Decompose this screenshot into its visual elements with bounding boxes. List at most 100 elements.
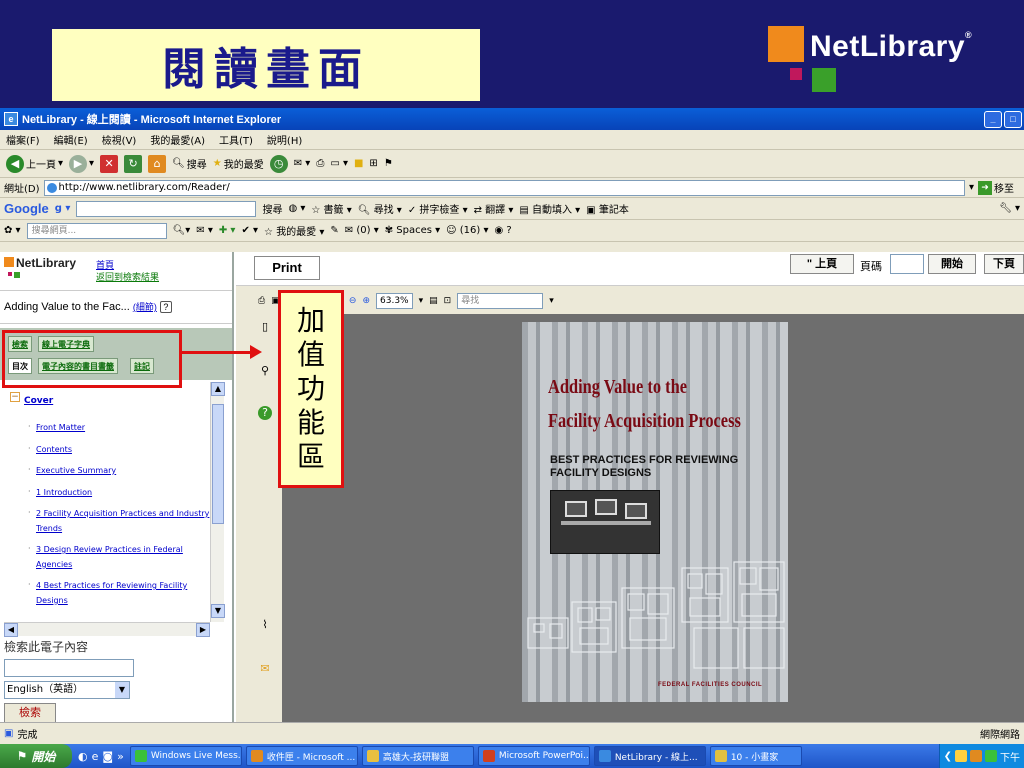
news-icon[interactable]: ◍ ▾	[288, 203, 305, 214]
highlight-icon[interactable]: ✔ ▾	[241, 225, 258, 236]
history-icon[interactable]: ◷	[269, 154, 288, 173]
home-icon[interactable]: ⌂	[148, 154, 167, 173]
add-icon[interactable]: ✚ ▾	[219, 225, 236, 236]
scroll-right-icon[interactable]: ▶	[196, 623, 210, 637]
address-dropdown[interactable]: ▾	[969, 182, 974, 193]
go-button[interactable]: ➜ 移至	[978, 180, 1024, 195]
toc-item[interactable]: 1 Introduction	[36, 485, 92, 500]
task-folder[interactable]: 高雄大-技研聯盟	[361, 746, 474, 766]
binoculars-icon[interactable]: ⚲	[258, 364, 272, 378]
favorites-link[interactable]: ☆ 我的最愛 ▾	[264, 223, 324, 238]
favorites-button[interactable]: ★ 我的最愛	[213, 156, 264, 171]
autofill-button[interactable]: ▤ 自動填入 ▾	[519, 201, 580, 216]
tray-network-icon[interactable]	[955, 750, 967, 762]
notebook-button[interactable]: ▣ 筆記本	[586, 201, 629, 216]
pen-icon[interactable]: ✎	[330, 225, 338, 236]
quick-launch-more[interactable]: »	[117, 750, 124, 763]
search-button[interactable]: 🔍︎ 搜尋	[172, 156, 207, 171]
research-icon[interactable]: ⚑	[384, 158, 393, 169]
address-input[interactable]: http://www.netlibrary.com/Reader/	[43, 179, 965, 196]
zoom-in-icon[interactable]: ⊕	[362, 296, 370, 306]
tray-expand-icon[interactable]: ❮	[944, 751, 952, 762]
print-button[interactable]: Print	[254, 256, 320, 280]
refresh-icon[interactable]: ↻	[124, 154, 143, 173]
folder-icon[interactable]: ■	[354, 158, 363, 169]
maximize-button[interactable]: □	[1004, 110, 1022, 128]
google-search-button[interactable]: 搜尋	[262, 201, 282, 216]
settings-icon[interactable]: ◉ ?	[495, 225, 512, 236]
task-messenger[interactable]: Windows Live Mess...	[129, 746, 242, 766]
help-icon[interactable]: ?	[159, 301, 172, 313]
toc-item[interactable]: 3 Design Review Practices in Federal	[36, 542, 183, 557]
toc-horizontal-scrollbar[interactable]: ◀ ▶	[4, 622, 210, 637]
content-search-input[interactable]	[4, 659, 134, 677]
find-dropdown[interactable]: ▾	[549, 296, 554, 306]
menu-file[interactable]: 檔案(F)	[6, 132, 40, 147]
toc-item[interactable]: Executive Summary	[36, 463, 116, 478]
fit-page-icon[interactable]: ▤	[429, 296, 438, 306]
spaces-link[interactable]: ✾ Spaces ▾	[385, 225, 440, 236]
zoom-select[interactable]: 63.3%	[376, 293, 413, 309]
task-inbox[interactable]: 收件匣 - Microsoft ...	[245, 746, 358, 766]
toc-item[interactable]: Contents	[36, 442, 72, 457]
show-desktop-icon[interactable]: ◐	[78, 750, 88, 763]
menu-favorites[interactable]: 我的最愛(A)	[150, 132, 205, 147]
toc-item-continued[interactable]: Designs	[36, 593, 68, 608]
outlook-quick-icon[interactable]: ◙	[102, 750, 113, 763]
comments-icon[interactable]: ✉	[258, 662, 272, 676]
toc-item-continued[interactable]: Agencies	[36, 557, 72, 572]
tray-outlook-icon[interactable]	[970, 750, 982, 762]
tray-clock[interactable]: 下午	[1000, 749, 1020, 764]
forward-button[interactable]: ▶ ▾	[69, 154, 94, 173]
bookmarks-button[interactable]: ☆ 書籤 ▾	[311, 201, 351, 216]
toc-item[interactable]: 4 Best Practices for Reviewing Facility	[36, 578, 187, 593]
toc-vertical-scrollbar[interactable]: ▲ ▼	[210, 382, 225, 622]
menu-edit[interactable]: 編輯(E)	[54, 132, 88, 147]
pdf-canvas[interactable]: Adding Value to the Facility Acquisition…	[282, 314, 1024, 722]
find-button[interactable]: 🔍︎ 尋找 ▾	[358, 201, 402, 216]
task-powerpoint[interactable]: Microsoft PowerPoi...	[477, 746, 590, 766]
task-paint[interactable]: 10 - 小畫家	[709, 746, 802, 766]
language-select[interactable]: English（英語） ▼	[4, 681, 130, 699]
translate-button[interactable]: ⇄ 翻譯 ▾	[474, 201, 514, 216]
contacts-count[interactable]: ☺ (16) ▾	[446, 225, 488, 236]
help-green-icon[interactable]: ?	[258, 406, 272, 420]
msn-icon[interactable]: ✿ ▾	[4, 225, 21, 236]
edit-icon[interactable]: ▭ ▾	[330, 158, 348, 169]
prev-page-button[interactable]: " 上頁	[790, 254, 854, 274]
menu-tools[interactable]: 工具(T)	[219, 132, 253, 147]
back-to-results-link[interactable]: 返回到檢索結果	[96, 270, 159, 283]
google-g-icon[interactable]: g ▾	[55, 203, 71, 214]
print-icon[interactable]: ⎙	[316, 158, 324, 169]
page-number-input[interactable]	[890, 254, 924, 274]
start-button[interactable]: ⚑ 開始	[0, 744, 72, 768]
task-netlibrary[interactable]: NetLibrary - 線上...	[593, 746, 706, 766]
mail-icon[interactable]: ✉ ▾	[294, 158, 311, 169]
find-input[interactable]: 尋找	[457, 293, 544, 309]
toc-item-continued[interactable]: Trends	[36, 521, 62, 536]
print-pdf-icon[interactable]: ⎙	[258, 296, 265, 306]
back-button[interactable]: ◀ 上一頁 ▾	[6, 154, 63, 173]
next-page-button[interactable]: 下頁	[984, 254, 1024, 274]
zoom-out-icon[interactable]: ⊖	[349, 296, 357, 306]
start-button[interactable]: 開始	[928, 254, 976, 274]
collapse-icon[interactable]: −	[10, 392, 20, 402]
minimize-button[interactable]: _	[984, 110, 1002, 128]
toc-cover[interactable]: Cover	[24, 396, 53, 406]
tray-messenger-icon[interactable]	[985, 750, 997, 762]
google-search-input[interactable]	[76, 200, 257, 217]
scroll-thumb[interactable]	[212, 404, 224, 524]
attachment-icon[interactable]: ⌇	[258, 618, 272, 632]
scroll-down-icon[interactable]: ▼	[211, 604, 225, 618]
ie-quick-icon[interactable]: e	[92, 750, 99, 763]
details-link[interactable]: (細節)	[133, 302, 157, 312]
web-search-input[interactable]: 搜尋網頁...	[26, 222, 167, 239]
fit-width-icon[interactable]: ⊡	[444, 296, 452, 306]
zoom-dropdown[interactable]: ▾	[419, 296, 424, 306]
messenger-icon[interactable]: ⊞	[369, 158, 377, 169]
mail-toolbar-icon[interactable]: ✉ ▾	[196, 225, 213, 236]
scroll-up-icon[interactable]: ▲	[211, 382, 225, 396]
pages-icon[interactable]: ▯	[258, 320, 272, 334]
window-titlebar[interactable]: e NetLibrary - 線上閱讀 - Microsoft Internet…	[0, 108, 1024, 130]
mail-count[interactable]: ✉ (0) ▾	[345, 225, 379, 236]
